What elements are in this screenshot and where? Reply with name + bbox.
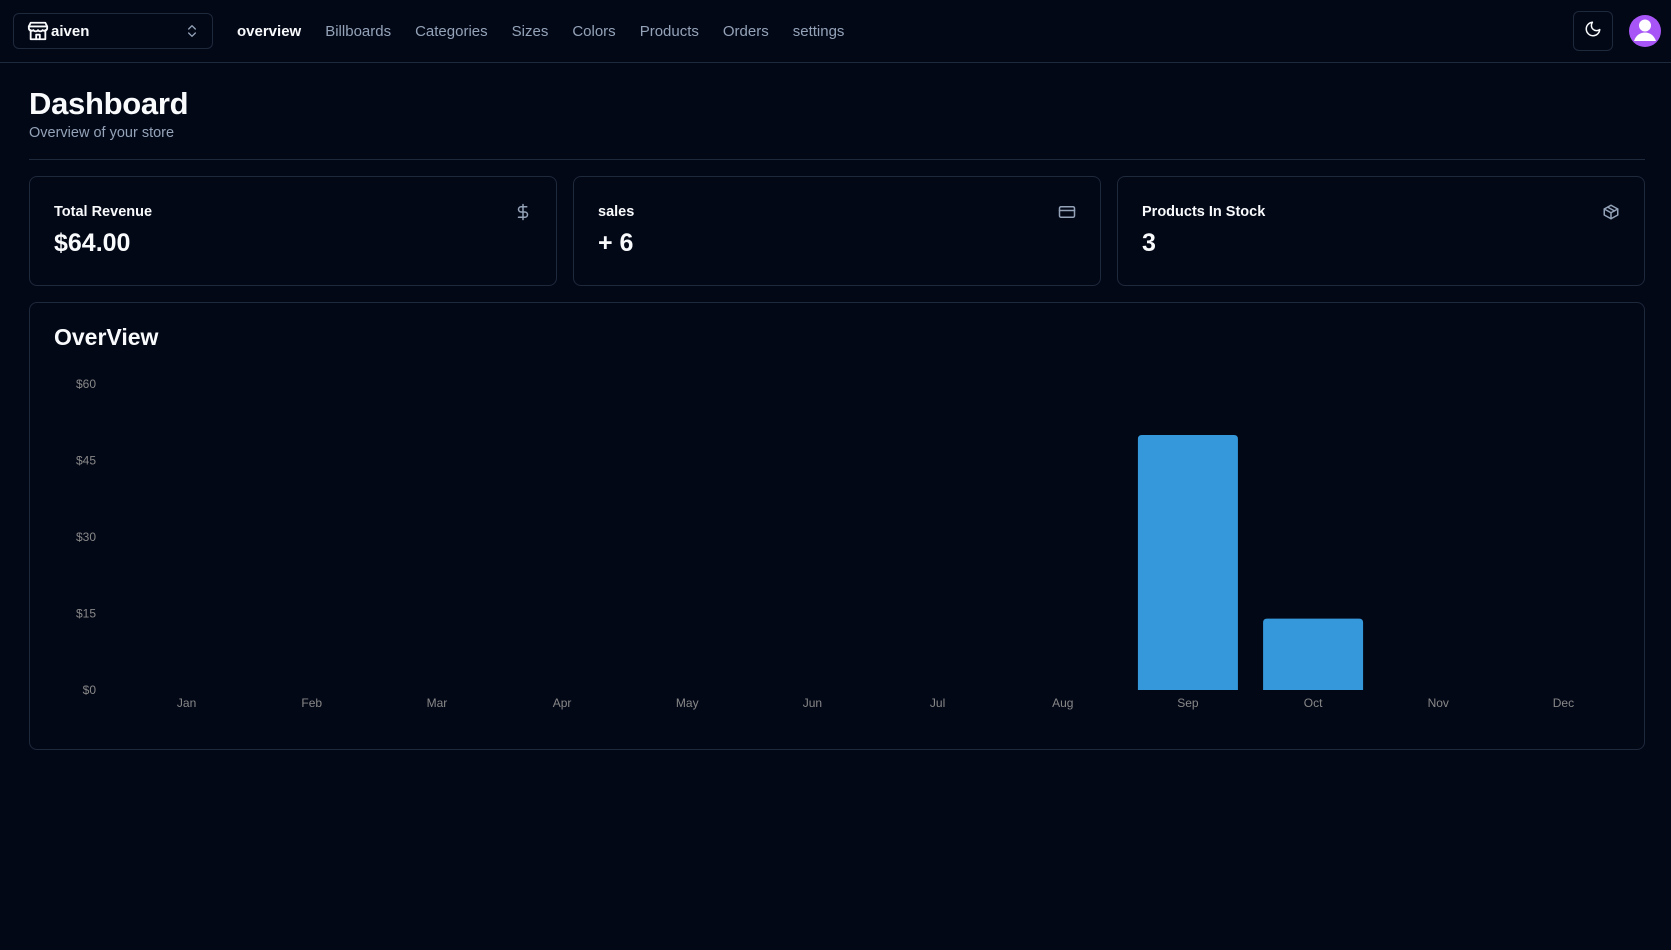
- page-subtitle: Overview of your store: [29, 125, 175, 141]
- x-tick-label: May: [676, 696, 699, 710]
- x-tick-label: Dec: [1553, 696, 1574, 710]
- nav-billboards[interactable]: Billboards: [325, 23, 391, 40]
- chevrons-up-down-icon: [184, 23, 200, 39]
- x-tick-label: Sep: [1177, 696, 1199, 710]
- stat-label: Total Revenue: [54, 204, 153, 220]
- moon-icon: [1584, 20, 1602, 43]
- stat-value: 3: [1142, 229, 1156, 257]
- main-nav: overview Billboards Categories Sizes Col…: [237, 0, 868, 63]
- y-tick-label: $0: [83, 683, 97, 697]
- y-tick-label: $45: [76, 454, 96, 468]
- x-tick-label: Jul: [930, 696, 945, 710]
- stat-label: sales: [598, 204, 635, 220]
- package-icon: [1602, 203, 1620, 221]
- overview-chart-card: OverView $0 $15 $30 $45 $60 Jan Feb Mar Apr May Ju…: [29, 302, 1645, 750]
- page-title: Dashboard: [29, 86, 189, 121]
- x-tick-label: Feb: [301, 696, 322, 710]
- y-tick-label: $15: [76, 607, 96, 621]
- top-navbar: aiven overview Billboards Categories Siz…: [0, 0, 1671, 63]
- dollar-sign-icon: [514, 203, 532, 221]
- user-avatar-button[interactable]: [1629, 15, 1661, 47]
- y-tick-label: $30: [76, 530, 96, 544]
- store-switcher[interactable]: aiven: [13, 13, 213, 49]
- stat-value: $64.00: [54, 229, 131, 257]
- nav-overview[interactable]: overview: [237, 23, 301, 40]
- x-tick-label: Oct: [1304, 696, 1323, 710]
- products-in-stock-card: Products In Stock 3: [1117, 176, 1645, 286]
- store-icon: [26, 19, 50, 43]
- bar-sep: [1137, 435, 1238, 690]
- nav-orders[interactable]: Orders: [723, 23, 769, 40]
- x-tick-label: Apr: [553, 696, 572, 710]
- x-tick-label: Mar: [427, 696, 448, 710]
- sales-card: sales + 6: [573, 176, 1101, 286]
- x-tick-label: Jan: [177, 696, 196, 710]
- total-revenue-card: Total Revenue $64.00: [29, 176, 557, 286]
- user-avatar-icon: [1629, 15, 1661, 47]
- nav-products[interactable]: Products: [640, 23, 699, 40]
- nav-colors[interactable]: Colors: [572, 23, 615, 40]
- nav-sizes[interactable]: Sizes: [512, 23, 549, 40]
- separator: [29, 159, 1645, 160]
- store-name: aiven: [51, 22, 90, 40]
- stat-label: Products In Stock: [1142, 204, 1266, 220]
- stat-value: + 6: [598, 229, 634, 257]
- nav-categories[interactable]: Categories: [415, 23, 488, 40]
- revenue-bar-chart: $0 $15 $30 $45 $60 Jan Feb Mar Apr May Jun Jul Aug Se…: [76, 377, 1574, 710]
- bar-oct: [1263, 618, 1364, 690]
- x-tick-label: Nov: [1428, 696, 1449, 710]
- x-tick-label: Aug: [1052, 696, 1073, 710]
- credit-card-icon: [1058, 203, 1076, 221]
- x-tick-label: Jun: [803, 696, 822, 710]
- y-tick-label: $60: [76, 377, 96, 391]
- nav-settings[interactable]: settings: [793, 23, 845, 40]
- theme-toggle-button[interactable]: [1573, 11, 1613, 51]
